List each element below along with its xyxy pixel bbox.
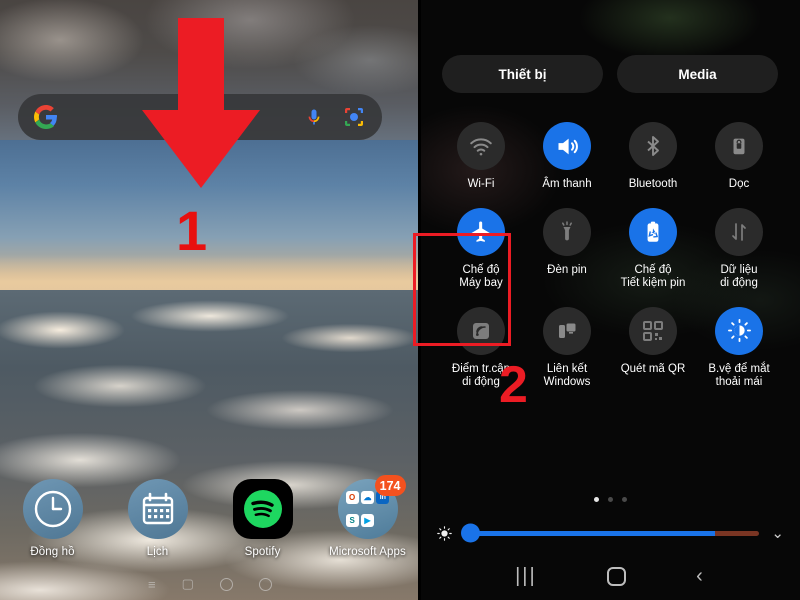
annotation-step-2: 2: [499, 356, 528, 414]
hotspot-icon[interactable]: [457, 306, 505, 355]
annotation-step-1: 1: [176, 199, 208, 262]
dock-app-spotify[interactable]: Spotify: [210, 479, 315, 558]
right-nav-bar: ||| ‹: [420, 565, 800, 588]
calendar-icon[interactable]: [127, 479, 188, 539]
brightness-icon: [437, 525, 452, 541]
airplane-icon[interactable]: [457, 207, 505, 256]
tile-airplane-mode[interactable]: Chế độ Máy bay: [438, 207, 524, 291]
recents-icon[interactable]: |||: [515, 565, 537, 588]
rotation-lock-icon[interactable]: [715, 122, 763, 170]
tile-sound[interactable]: Âm thanh: [524, 122, 610, 192]
tile-label: Chế độ Máy bay: [459, 263, 503, 290]
mini-sharepoint-icon: S: [345, 514, 359, 527]
dock-app-label: Spotify: [244, 546, 281, 558]
segment-devices[interactable]: Thiết bị: [442, 55, 603, 93]
dock-app-label: Lịch: [146, 546, 169, 558]
panel-page-indicator: [420, 497, 800, 502]
page-dot-2[interactable]: [607, 497, 613, 502]
tile-label: Âm thanh: [542, 178, 592, 190]
google-lens-icon[interactable]: [342, 105, 366, 129]
tile-label: Dọc: [728, 178, 750, 190]
tile-label: Liên kết Windows: [543, 362, 591, 389]
eye-comfort-icon[interactable]: [715, 306, 763, 355]
tile-label: Dữ liệu di động: [720, 263, 758, 290]
tile-link-to-windows[interactable]: Liên kết Windows: [524, 306, 610, 390]
row-spacer: [438, 291, 782, 307]
mini-playstore-icon: ▶: [360, 514, 374, 527]
mini-onedrive-icon: ☁: [360, 491, 374, 504]
back-icon[interactable]: ‹: [696, 565, 705, 588]
chevron-down-icon[interactable]: ⌄: [771, 524, 784, 542]
tile-row: Chế độ Máy bay Đèn pin Chế độ Tiết kiệm …: [438, 207, 782, 291]
tile-eye-comfort-shield[interactable]: B.vệ để mắt thoải mái: [696, 306, 782, 390]
tile-qr-scan[interactable]: Quét mã QR: [610, 306, 696, 390]
battery-saver-icon[interactable]: [629, 207, 677, 256]
segment-label: Media: [678, 66, 717, 82]
brightness-slider[interactable]: [461, 523, 760, 543]
tile-wifi[interactable]: Wi-Fi: [438, 122, 524, 192]
home-square-icon[interactable]: [606, 567, 626, 586]
panel-segment-buttons: Thiết bị Media: [442, 55, 778, 93]
mini-empty: [376, 514, 389, 527]
mobile-data-icon[interactable]: [715, 207, 763, 256]
screenshot-root: Đồng hồ Lịch Spotify O ☁ in S ▶ 174 Micr…: [0, 0, 800, 600]
clock-icon[interactable]: [22, 479, 83, 539]
microphone-icon[interactable]: [304, 105, 324, 129]
left-phone-home-screen: Đồng hồ Lịch Spotify O ☁ in S ▶ 174 Micr…: [0, 0, 420, 600]
extra-dot-icon: [258, 577, 272, 591]
tile-label: Bluetooth: [628, 178, 678, 190]
back-icon[interactable]: [219, 577, 233, 591]
page-dot-1[interactable]: [593, 497, 599, 502]
bluetooth-icon[interactable]: [629, 122, 677, 170]
dock-app-clock[interactable]: Đồng hồ: [0, 479, 105, 558]
tile-bluetooth[interactable]: Bluetooth: [610, 122, 696, 192]
home-dock: Đồng hồ Lịch Spotify O ☁ in S ▶ 174 Micr…: [0, 475, 420, 558]
spotify-icon[interactable]: [232, 479, 293, 539]
folder-badge-count: 174: [374, 475, 406, 496]
dock-app-microsoft-folder[interactable]: O ☁ in S ▶ 174 Microsoft Apps: [315, 475, 420, 558]
page-dot-3[interactable]: [621, 497, 627, 502]
dock-app-label: Đồng hồ: [30, 546, 75, 558]
tile-label: Đèn pin: [547, 263, 587, 276]
dock-app-label: Microsoft Apps: [329, 546, 406, 558]
brightness-slider-row: ⌄: [420, 523, 800, 543]
wifi-icon[interactable]: [457, 122, 505, 170]
quick-settings-grid: Wi-Fi Âm thanh Bluetooth Dọc Chế độ Máy …: [438, 122, 782, 390]
tile-label: B.vệ để mắt thoải mái: [708, 362, 770, 389]
tile-battery-saver[interactable]: Chế độ Tiết kiệm pin: [610, 207, 696, 291]
recents-icon[interactable]: ≡: [148, 577, 156, 592]
tile-flashlight[interactable]: Đèn pin: [524, 207, 610, 291]
link-to-windows-icon[interactable]: [543, 306, 591, 355]
home-icon[interactable]: ▢: [182, 576, 194, 592]
tile-row: Điểm tr.cập di động Liên kết Windows Qué…: [438, 306, 782, 390]
google-g-icon: [34, 105, 58, 129]
tile-row: Wi-Fi Âm thanh Bluetooth Dọc: [438, 122, 782, 192]
brightness-slider-thumb[interactable]: [461, 523, 480, 543]
segment-media[interactable]: Media: [617, 55, 778, 93]
volume-icon[interactable]: [543, 122, 591, 170]
tile-label: Wi-Fi: [467, 178, 495, 190]
flashlight-icon[interactable]: [543, 207, 591, 256]
tile-rotation[interactable]: Dọc: [696, 122, 782, 192]
qr-scan-icon[interactable]: [629, 306, 677, 355]
phone-divider: [418, 0, 421, 600]
tile-label: Quét mã QR: [620, 362, 686, 375]
annotation-arrow-down-icon: [142, 18, 260, 188]
tile-label: Chế độ Tiết kiệm pin: [620, 263, 686, 290]
folder-icon[interactable]: O ☁ in S ▶ 174: [337, 475, 406, 539]
dock-app-calendar[interactable]: Lịch: [105, 479, 210, 558]
tile-mobile-data[interactable]: Dữ liệu di động: [696, 207, 782, 291]
mini-office-icon: O: [345, 491, 359, 504]
right-phone-quick-panel: Thiết bị Media Wi-Fi Âm thanh Bluetooth …: [420, 0, 800, 600]
row-spacer: [438, 192, 782, 208]
segment-label: Thiết bị: [498, 66, 547, 82]
left-nav-bar: ≡ ▢: [0, 576, 420, 592]
